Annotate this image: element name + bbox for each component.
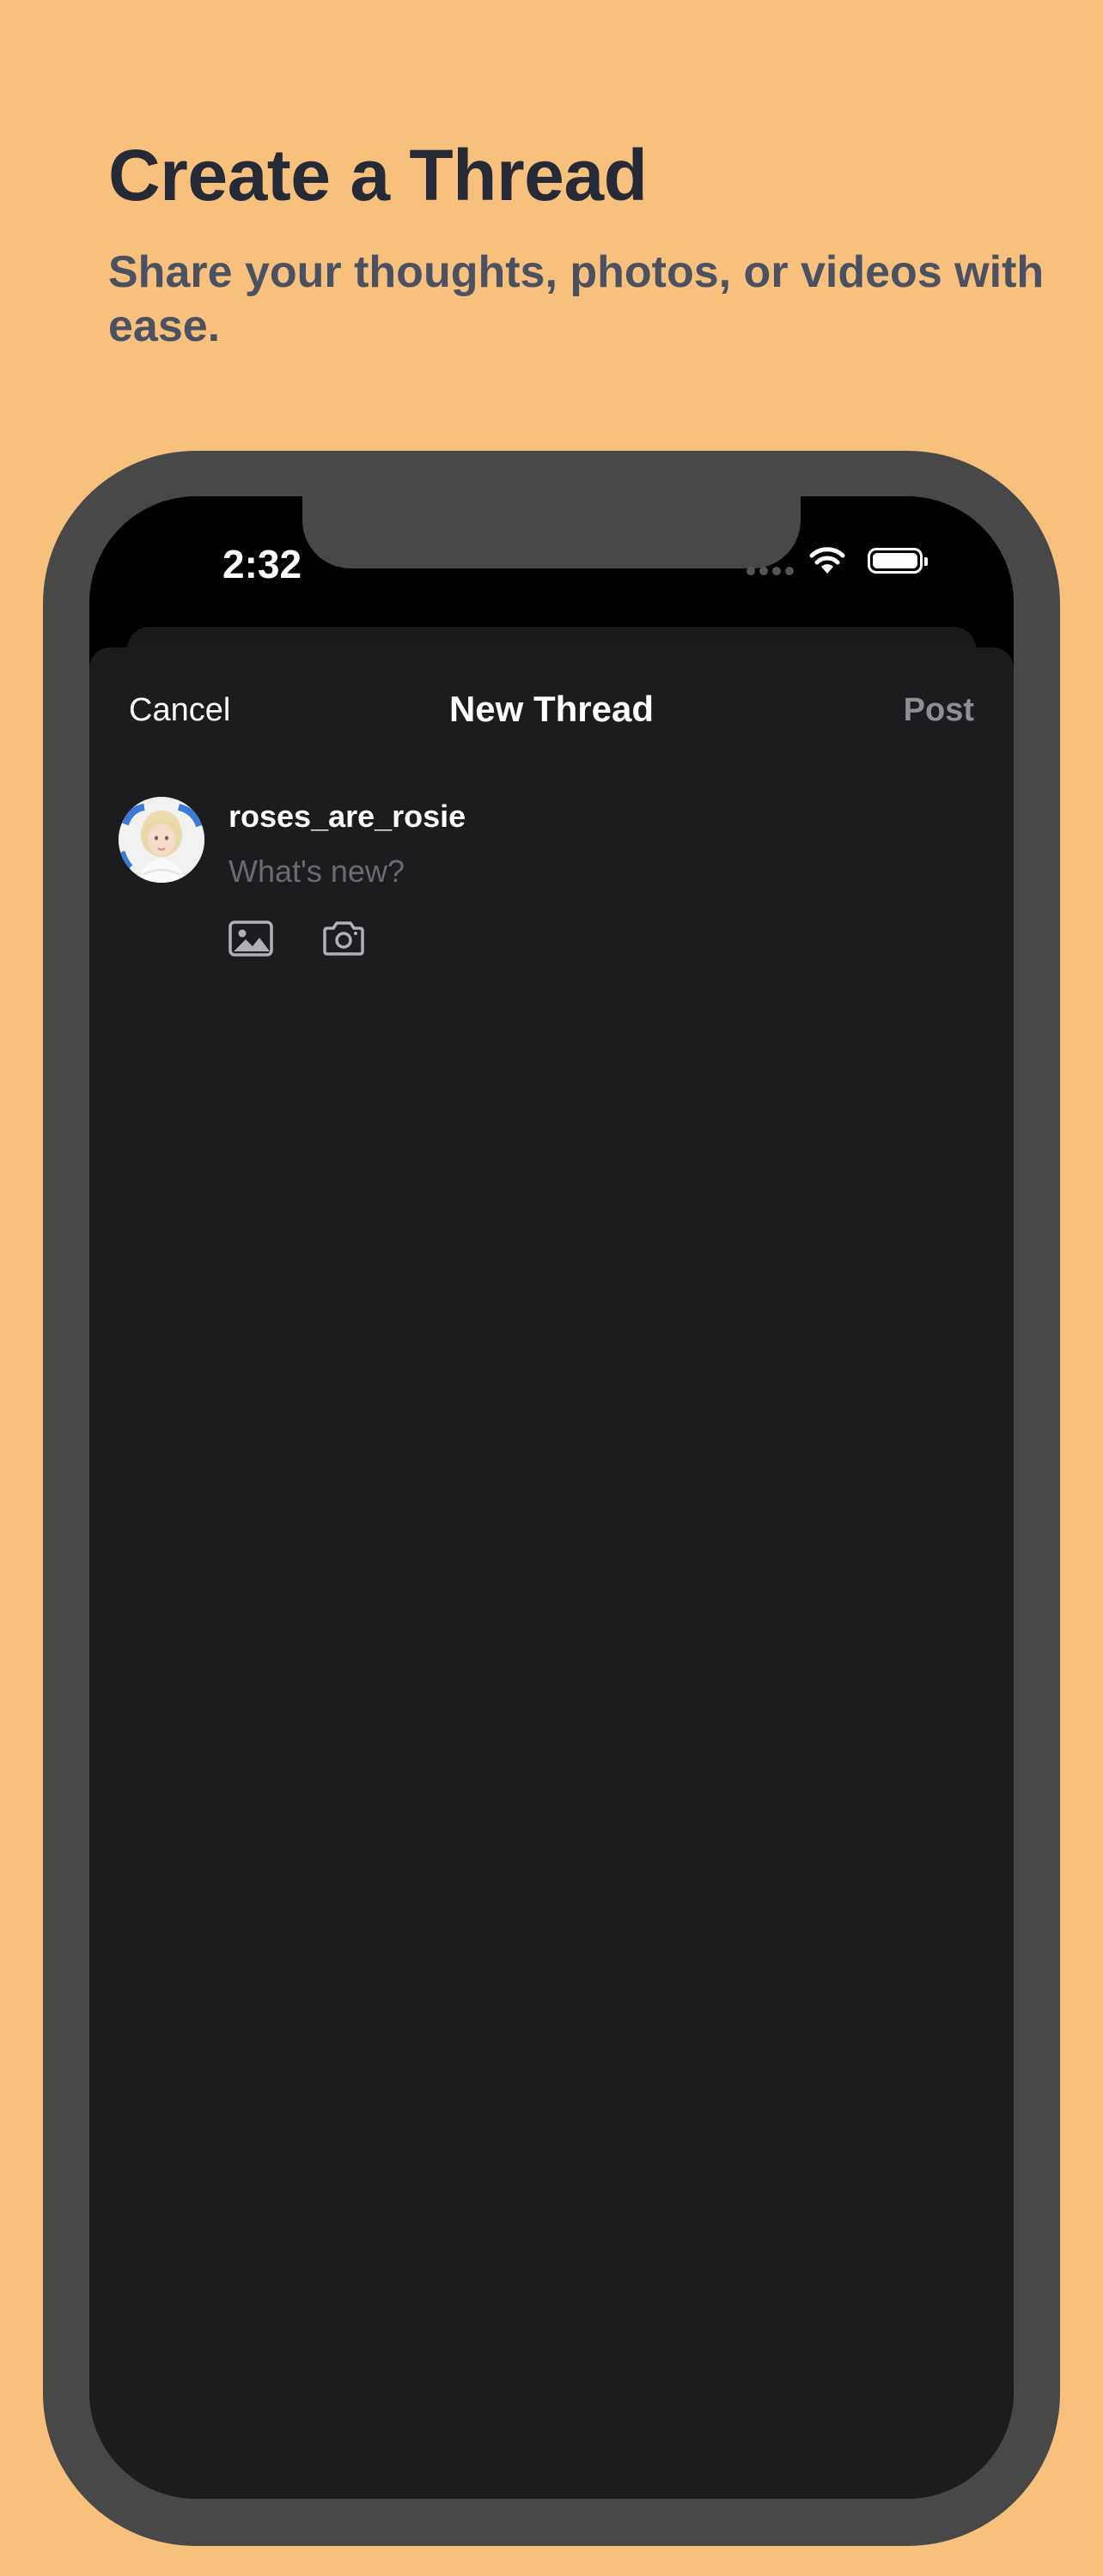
avatar-image	[119, 797, 204, 883]
username: roses_are_rosie	[229, 799, 466, 834]
photo-library-icon[interactable]	[229, 920, 273, 957]
battery-icon	[868, 548, 928, 574]
notch	[302, 496, 801, 568]
new-thread-sheet: Cancel New Thread Post roses_are_rosie W…	[89, 647, 1014, 2499]
promo-subheadline: Share your thoughts, photos, or videos w…	[108, 247, 1045, 352]
wifi-icon	[809, 547, 845, 574]
promo-headline: Create a Thread	[108, 135, 648, 216]
phone-screen: 2:32 Cancel New Thread Post roses_are_ro…	[89, 496, 1014, 2499]
thread-text-input[interactable]: What's new?	[229, 854, 405, 890]
camera-icon[interactable]	[321, 920, 366, 957]
signal-icon	[747, 567, 794, 575]
sheet-title: New Thread	[448, 689, 655, 729]
avatar	[119, 797, 204, 883]
post-button[interactable]: Post	[904, 692, 974, 729]
status-time: 2:32	[222, 542, 302, 586]
